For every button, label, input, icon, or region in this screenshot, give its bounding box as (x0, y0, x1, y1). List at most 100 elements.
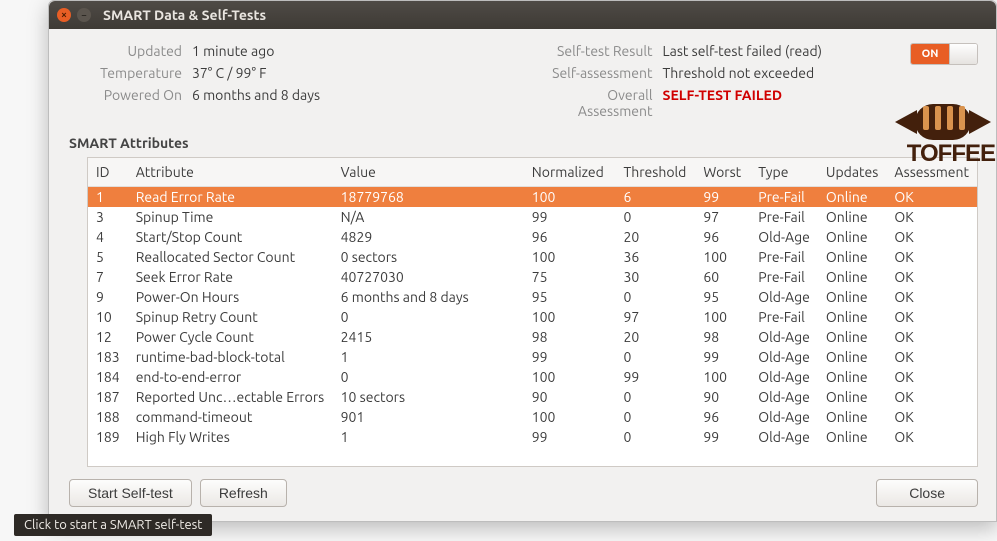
col-worst[interactable]: Worst (695, 158, 750, 187)
cell-type: Old-Age (750, 387, 818, 407)
table-row[interactable]: 5Reallocated Sector Count0 sectors100361… (88, 247, 977, 267)
cell-worst: 99 (695, 187, 750, 208)
cell-updates: Online (818, 367, 886, 387)
cell-worst: 100 (695, 247, 750, 267)
self-assessment-value: Threshold not exceeded (663, 65, 815, 81)
dialog-content: Updated 1 minute ago Temperature 37° C /… (49, 29, 996, 521)
cell-value: 0 sectors (333, 247, 524, 267)
cell-assess: OK (886, 367, 977, 387)
cell-attr: High Fly Writes (128, 427, 333, 447)
table-header-row: ID Attribute Value Normalized Threshold … (88, 158, 977, 187)
minimize-window-icon[interactable]: – (77, 8, 91, 22)
cell-norm: 100 (524, 367, 616, 387)
table-row[interactable]: 4Start/Stop Count4829962096Old-AgeOnline… (88, 227, 977, 247)
cell-attr: Seek Error Rate (128, 267, 333, 287)
table-row[interactable]: 12Power Cycle Count2415982098Old-AgeOnli… (88, 327, 977, 347)
cell-norm: 99 (524, 427, 616, 447)
cell-assess: OK (886, 187, 977, 208)
cell-id: 188 (88, 407, 128, 427)
table-row[interactable]: 189High Fly Writes199099Old-AgeOnlineOK (88, 427, 977, 447)
cell-attr: Read Error Rate (128, 187, 333, 208)
cell-thresh: 20 (615, 227, 695, 247)
smart-enable-switch[interactable]: ON (910, 43, 978, 65)
cell-value: 1 (333, 427, 524, 447)
col-type[interactable]: Type (750, 158, 818, 187)
cell-thresh: 0 (615, 287, 695, 307)
cell-assess: OK (886, 427, 977, 447)
smart-dialog: × – SMART Data & Self-Tests ON Updated 1… (48, 0, 997, 522)
col-threshold[interactable]: Threshold (615, 158, 695, 187)
cell-updates: Online (818, 287, 886, 307)
refresh-button[interactable]: Refresh (200, 479, 287, 507)
cell-type: Old-Age (750, 347, 818, 367)
table-row[interactable]: 187Reported Unc…ectable Errors10 sectors… (88, 387, 977, 407)
selftest-result-label: Self-test Result (538, 43, 663, 59)
cell-updates: Online (818, 307, 886, 327)
cell-id: 12 (88, 327, 128, 347)
cell-assess: OK (886, 387, 977, 407)
powered-on-value: 6 months and 8 days (192, 87, 320, 103)
cell-worst: 100 (695, 307, 750, 327)
cell-value: 6 months and 8 days (333, 287, 524, 307)
cell-thresh: 6 (615, 187, 695, 208)
cell-attr: Spinup Time (128, 207, 333, 227)
summary-grid: Updated 1 minute ago Temperature 37° C /… (67, 43, 978, 125)
cell-worst: 90 (695, 387, 750, 407)
close-button[interactable]: Close (876, 479, 978, 507)
updated-row: Updated 1 minute ago (67, 43, 508, 59)
cell-norm: 75 (524, 267, 616, 287)
cell-assess: OK (886, 347, 977, 367)
cell-id: 10 (88, 307, 128, 327)
updated-label: Updated (67, 43, 192, 59)
self-assessment-label: Self-assessment (538, 65, 663, 81)
cell-type: Old-Age (750, 407, 818, 427)
cell-id: 183 (88, 347, 128, 367)
cell-value: 1 (333, 347, 524, 367)
cell-updates: Online (818, 407, 886, 427)
close-window-icon[interactable]: × (57, 8, 71, 22)
table-row[interactable]: 184end-to-end-error010099100Old-AgeOnlin… (88, 367, 977, 387)
cell-id: 3 (88, 207, 128, 227)
cell-value: 0 (333, 367, 524, 387)
cell-type: Pre-Fail (750, 187, 818, 208)
cell-thresh: 0 (615, 207, 695, 227)
selftest-tooltip: Click to start a SMART self-test (14, 514, 212, 536)
cell-norm: 96 (524, 227, 616, 247)
col-assessment[interactable]: Assessment (886, 158, 977, 187)
table-row[interactable]: 183runtime-bad-block-total199099Old-AgeO… (88, 347, 977, 367)
table-row[interactable]: 10Spinup Retry Count010097100Pre-FailOnl… (88, 307, 977, 327)
col-updates[interactable]: Updates (818, 158, 886, 187)
table-row[interactable]: 3Spinup TimeN/A99097Pre-FailOnlineOK (88, 207, 977, 227)
cell-norm: 100 (524, 407, 616, 427)
switch-on-label: ON (911, 44, 949, 64)
cell-worst: 60 (695, 267, 750, 287)
cell-id: 9 (88, 287, 128, 307)
cell-value: N/A (333, 207, 524, 227)
col-attribute[interactable]: Attribute (128, 158, 333, 187)
overall-assessment-row: Overall Assessment SELF-TEST FAILED (538, 87, 979, 119)
col-value[interactable]: Value (333, 158, 524, 187)
attributes-table-wrap[interactable]: ID Attribute Value Normalized Threshold … (87, 157, 978, 467)
cell-assess: OK (886, 227, 977, 247)
cell-value: 18779768 (333, 187, 524, 208)
cell-type: Pre-Fail (750, 267, 818, 287)
cell-attr: Reported Unc…ectable Errors (128, 387, 333, 407)
cell-attr: Spinup Retry Count (128, 307, 333, 327)
cell-assess: OK (886, 267, 977, 287)
cell-attr: Start/Stop Count (128, 227, 333, 247)
table-row[interactable]: 7Seek Error Rate40727030753060Pre-FailOn… (88, 267, 977, 287)
table-row[interactable]: 9Power-On Hours6 months and 8 days95095O… (88, 287, 977, 307)
titlebar[interactable]: × – SMART Data & Self-Tests (49, 1, 996, 29)
cell-id: 4 (88, 227, 128, 247)
cell-assess: OK (886, 327, 977, 347)
start-selftest-button[interactable]: Start Self-test (69, 479, 192, 507)
cell-attr: end-to-end-error (128, 367, 333, 387)
cell-attr: command-timeout (128, 407, 333, 427)
col-normalized[interactable]: Normalized (524, 158, 616, 187)
cell-value: 10 sectors (333, 387, 524, 407)
table-row[interactable]: 188command-timeout901100096Old-AgeOnline… (88, 407, 977, 427)
table-row[interactable]: 1Read Error Rate18779768100699Pre-FailOn… (88, 187, 977, 208)
col-id[interactable]: ID (88, 158, 128, 187)
cell-id: 7 (88, 267, 128, 287)
cell-type: Old-Age (750, 227, 818, 247)
